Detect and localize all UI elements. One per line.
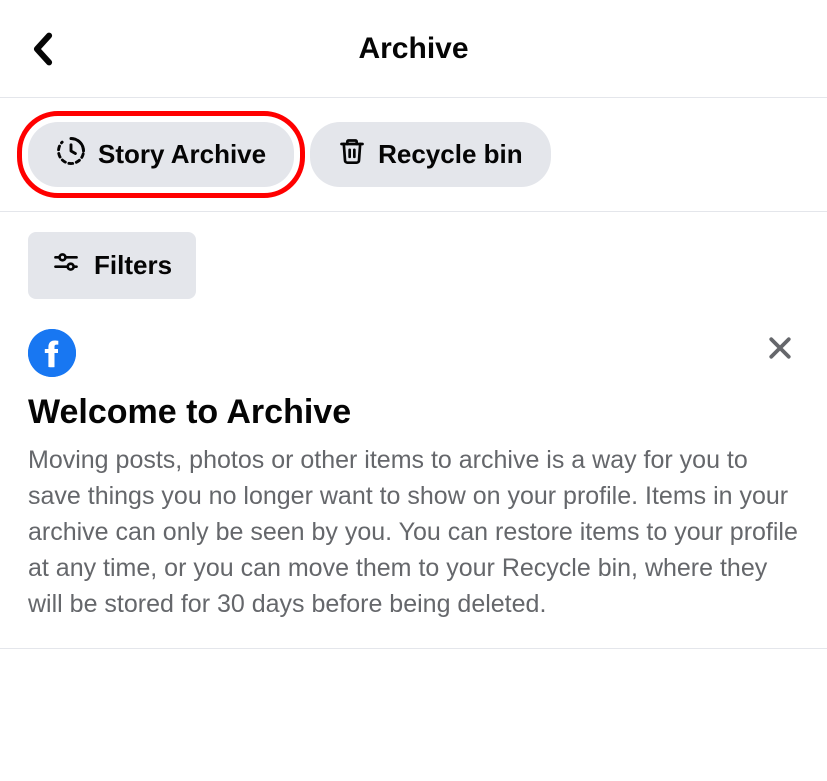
trash-icon: [338, 137, 366, 172]
facebook-logo: [28, 329, 76, 377]
tab-recycle-bin-label: Recycle bin: [378, 139, 523, 170]
page-title: Archive: [358, 32, 468, 66]
welcome-title: Welcome to Archive: [28, 393, 799, 432]
close-button[interactable]: [761, 329, 799, 372]
filters-button[interactable]: Filters: [28, 232, 196, 299]
chevron-left-icon: [30, 32, 56, 66]
tab-story-archive-label: Story Archive: [98, 139, 266, 170]
back-button[interactable]: [30, 32, 56, 66]
welcome-body: Moving posts, photos or other items to a…: [28, 442, 799, 622]
tabs-row: Story Archive Recycle bin: [0, 98, 827, 212]
filters-section: Filters: [0, 212, 827, 329]
story-archive-icon: [56, 136, 86, 173]
tab-story-archive[interactable]: Story Archive: [28, 122, 294, 187]
filters-label: Filters: [94, 250, 172, 281]
header: Archive: [0, 0, 827, 98]
welcome-card: Welcome to Archive Moving posts, photos …: [0, 329, 827, 649]
close-icon: [765, 333, 795, 363]
tab-recycle-bin[interactable]: Recycle bin: [310, 122, 551, 187]
filters-icon: [52, 248, 80, 283]
